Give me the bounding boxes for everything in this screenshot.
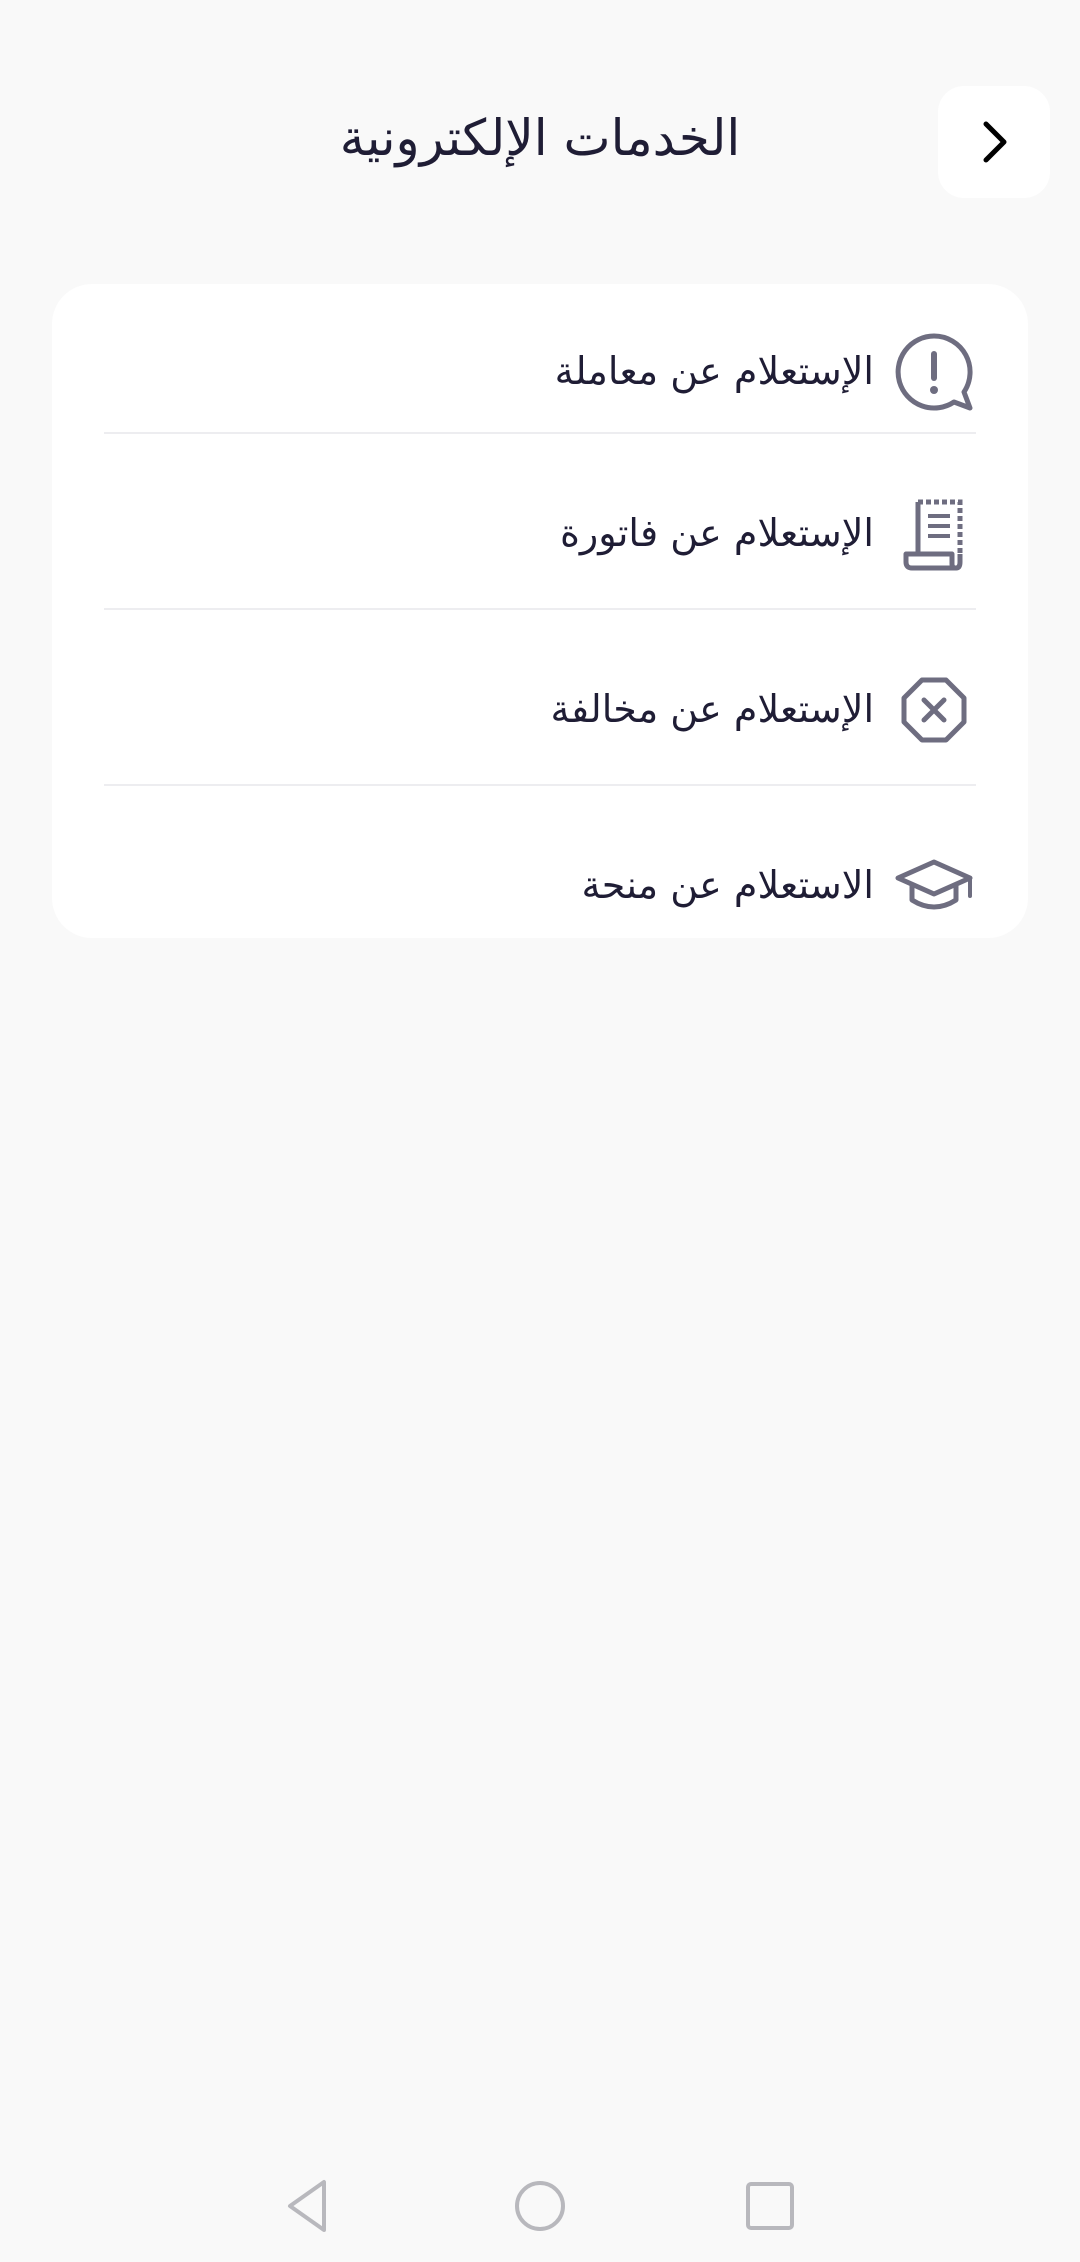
page-title: الخدمات الإلكترونية: [339, 109, 741, 167]
nav-recents-button[interactable]: [740, 2176, 800, 2236]
nav-back-button[interactable]: [280, 2176, 340, 2236]
system-nav-bar: [0, 2150, 1080, 2262]
service-item-grant[interactable]: الاستعلام عن منحة: [104, 798, 976, 938]
service-label: الإستعلام عن مخالفة: [550, 687, 874, 732]
triangle-back-icon: [288, 2180, 326, 2232]
square-recents-icon: [746, 2182, 794, 2230]
divider: [104, 432, 976, 434]
alert-chat-icon: [892, 330, 976, 414]
divider: [104, 608, 976, 610]
service-item-invoice[interactable]: الإستعلام عن فاتورة: [104, 446, 976, 622]
octagon-x-icon: [892, 668, 976, 752]
services-card: الإستعلام عن معاملة الإستعلام عن فاتورة: [52, 284, 1028, 938]
graduation-cap-icon: [892, 844, 976, 928]
service-label: الإستعلام عن فاتورة: [559, 511, 874, 556]
service-item-violation[interactable]: الإستعلام عن مخالفة: [104, 622, 976, 798]
back-button[interactable]: [938, 86, 1050, 198]
nav-home-button[interactable]: [510, 2176, 570, 2236]
service-label: الاستعلام عن منحة: [581, 863, 874, 908]
receipt-icon: [892, 492, 976, 576]
service-label: الإستعلام عن معاملة: [554, 349, 874, 394]
circle-home-icon: [515, 2181, 565, 2231]
divider: [104, 784, 976, 786]
header: الخدمات الإلكترونية: [0, 70, 1080, 220]
chevron-right-icon: [983, 121, 1007, 163]
